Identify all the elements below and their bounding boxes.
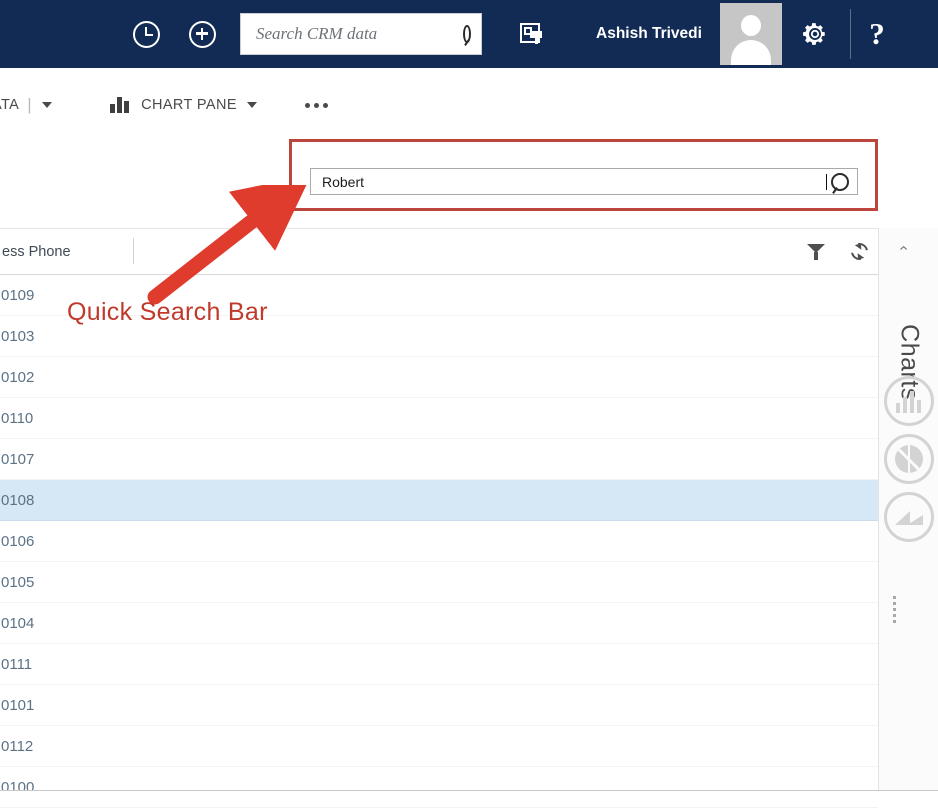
chevron-down-icon[interactable] bbox=[247, 102, 257, 108]
table-cell-phone: 0108 bbox=[0, 492, 135, 509]
charts-pane: ‹ Charts bbox=[878, 228, 938, 794]
quick-search-box[interactable] bbox=[310, 168, 858, 195]
table-cell-phone: 0112 bbox=[0, 738, 135, 755]
table-row[interactable]: 0106 bbox=[0, 521, 878, 562]
chevron-down-icon[interactable] bbox=[42, 102, 52, 108]
refresh-icon[interactable] bbox=[848, 240, 872, 264]
command-separator: | bbox=[27, 95, 32, 115]
avatar[interactable] bbox=[720, 3, 782, 65]
help-button[interactable]: ? bbox=[851, 16, 903, 52]
table-cell-phone: 0111 bbox=[0, 656, 135, 673]
chart-pane-button[interactable]: CHART PANE bbox=[110, 97, 257, 113]
global-search-box[interactable] bbox=[240, 13, 482, 55]
chart-type-list bbox=[884, 376, 934, 542]
table-cell-phone: 0106 bbox=[0, 533, 135, 550]
bottom-edge bbox=[0, 790, 938, 794]
grid-header-actions bbox=[807, 243, 868, 261]
filter-funnel-icon[interactable] bbox=[807, 243, 825, 261]
table-row[interactable]: 0105 bbox=[0, 562, 878, 603]
advanced-find-button[interactable] bbox=[512, 14, 552, 54]
area-chart-icon[interactable] bbox=[884, 492, 934, 542]
recent-items-button[interactable] bbox=[126, 14, 166, 54]
top-navigation-bar: Ashish Trivedi ? bbox=[0, 0, 938, 68]
data-menu-button[interactable]: ATA | bbox=[0, 95, 52, 115]
quick-search-input[interactable] bbox=[320, 173, 828, 191]
gear-icon bbox=[802, 21, 828, 47]
annotation-label: Quick Search Bar bbox=[67, 298, 268, 327]
clock-icon bbox=[133, 21, 160, 48]
quick-create-button[interactable] bbox=[182, 14, 222, 54]
advanced-find-icon bbox=[520, 22, 544, 46]
table-row[interactable]: 0104 bbox=[0, 603, 878, 644]
ellipsis-icon bbox=[305, 103, 310, 108]
table-cell-phone: 0103 bbox=[0, 328, 135, 345]
search-icon[interactable] bbox=[831, 173, 849, 191]
nav-left-icon-group bbox=[126, 14, 222, 54]
column-header-business-phone[interactable]: ess Phone bbox=[0, 244, 71, 260]
table-row[interactable]: 0112 bbox=[0, 726, 878, 767]
table-row[interactable]: 0101 bbox=[0, 685, 878, 726]
data-menu-label: ATA bbox=[0, 97, 19, 113]
table-cell-phone: 0110 bbox=[0, 410, 135, 427]
table-row[interactable]: 0100 bbox=[0, 767, 878, 808]
bar-chart-icon[interactable] bbox=[884, 376, 934, 426]
table-row[interactable]: 0102 bbox=[0, 357, 878, 398]
grid-header-row: ess Phone bbox=[0, 228, 878, 275]
table-row[interactable]: 0108 bbox=[0, 480, 878, 521]
table-row[interactable]: 0110 bbox=[0, 398, 878, 439]
settings-button[interactable] bbox=[798, 17, 832, 51]
table-cell-phone: 0102 bbox=[0, 369, 135, 386]
bar-chart-icon bbox=[110, 97, 132, 113]
command-bar: ATA | CHART PANE bbox=[0, 68, 938, 142]
pane-resize-grip[interactable] bbox=[893, 596, 896, 623]
table-row[interactable]: 0111 bbox=[0, 644, 878, 685]
table-cell-phone: 0105 bbox=[0, 574, 135, 591]
pie-chart-icon[interactable] bbox=[884, 434, 934, 484]
global-search-input[interactable] bbox=[254, 23, 463, 45]
table-row[interactable]: 0107 bbox=[0, 439, 878, 480]
text-caret bbox=[826, 174, 827, 190]
grid-body: 0109010301020110010701080106010501040111… bbox=[0, 275, 878, 808]
search-icon[interactable] bbox=[463, 25, 471, 43]
chevron-left-icon[interactable]: ‹ bbox=[896, 245, 912, 250]
overflow-menu-button[interactable] bbox=[305, 103, 328, 108]
table-cell-phone: 0104 bbox=[0, 615, 135, 632]
chart-pane-label: CHART PANE bbox=[141, 97, 237, 113]
table-cell-phone: 0107 bbox=[0, 451, 135, 468]
table-cell-phone: 0101 bbox=[0, 697, 135, 714]
plus-icon bbox=[189, 21, 216, 48]
user-name-label: Ashish Trivedi bbox=[596, 25, 702, 43]
column-divider bbox=[133, 238, 134, 264]
